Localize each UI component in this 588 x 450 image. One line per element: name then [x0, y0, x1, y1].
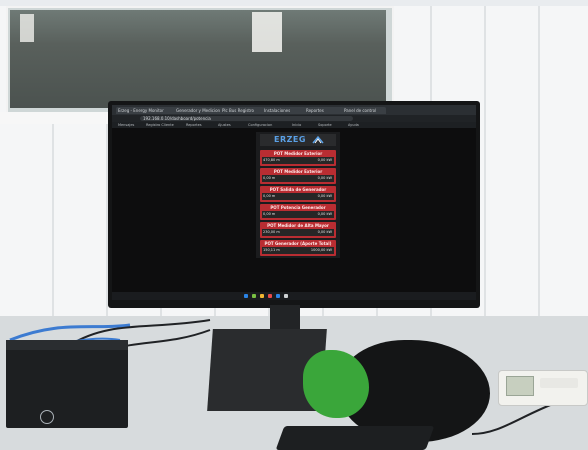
power-card-body: 150,11 m 1000,00 kW: [262, 247, 334, 254]
os-taskbar: [112, 292, 476, 300]
browser-address-bar[interactable]: 192.168.0.10/dashboard/potencia: [112, 115, 476, 122]
mini-pc: [6, 340, 128, 428]
power-card: POT Medidor Exterior 470,80 m 0,00 kW: [260, 150, 336, 166]
bookmark-item[interactable]: Configuracion: [248, 122, 272, 128]
bookmark-item[interactable]: Soporte: [318, 122, 332, 128]
power-card-right-value: 0,00 kW: [317, 158, 332, 162]
monitor-screen: Erzeg - Energy Monitor Generador y Medic…: [112, 105, 476, 300]
erzeg-logo: ERZEG: [260, 134, 336, 146]
keyboard: [275, 426, 435, 450]
browser-tab[interactable]: Plc Bus Registro: [220, 107, 264, 114]
window-light: [252, 12, 282, 52]
app-icon[interactable]: [276, 294, 280, 298]
power-card-left-value: 470,80 m: [263, 158, 280, 162]
power-card-body: 230,00 m 0,00 kW: [262, 229, 334, 236]
app-icon[interactable]: [260, 294, 264, 298]
browser-tab[interactable]: Instalaciones: [262, 107, 306, 114]
bookmark-item[interactable]: Mensajes: [118, 122, 134, 128]
power-card-body: 470,80 m 0,00 kW: [262, 157, 334, 164]
window-glass: [10, 10, 386, 108]
power-card-right-value: 0,00 kW: [317, 212, 332, 216]
power-card-title: POT Salida de Generador: [269, 187, 327, 192]
url-field[interactable]: 192.168.0.10/dashboard/potencia: [140, 116, 353, 121]
bookmarks-bar: Mensajes Registro Cliente Reportes Ajust…: [112, 122, 476, 128]
power-card-title: POT Generador (Aporte Total): [264, 241, 332, 246]
dell-logo-icon: [40, 410, 54, 424]
power-card: POT Potencia Generador 0,00 m 0,00 kW: [260, 204, 336, 220]
power-card-body: 0,00 m 0,00 kW: [262, 175, 334, 182]
bookmark-item[interactable]: Registro Cliente: [146, 122, 174, 128]
app-icon[interactable]: [268, 294, 272, 298]
window-light-secondary: [20, 14, 34, 42]
bookmark-item[interactable]: Reportes: [186, 122, 202, 128]
power-card-left-value: 150,11 m: [263, 248, 280, 252]
browser-tab[interactable]: Generador y Medicion: [174, 107, 222, 114]
power-card-right-value: 0,00 kW: [317, 194, 332, 198]
power-card-body: 0,00 m 0,00 kW: [262, 211, 334, 218]
power-card: POT Medidor Exterior 0,00 m 0,00 kW: [260, 168, 336, 184]
power-card-right-value: 0,00 kW: [317, 230, 332, 234]
browser-tab[interactable]: Panel de control: [342, 107, 386, 114]
power-card-title: POT Medidor Exterior: [273, 169, 323, 174]
erzeg-logo-text: ERZEG: [274, 135, 306, 144]
power-card-body: 0,00 m 0,00 kW: [262, 193, 334, 200]
power-card-left-value: 0,00 m: [263, 194, 276, 198]
erzeg-logo-icon: [312, 135, 324, 144]
power-card: POT Medidor de Alta Mayor 230,00 m 0,00 …: [260, 222, 336, 238]
bookmark-item[interactable]: Ajustes: [218, 122, 231, 128]
start-icon[interactable]: [244, 294, 248, 298]
mini-pc-top: [6, 340, 128, 350]
power-card-title: POT Medidor de Alta Mayor: [267, 223, 329, 228]
ac-remote-buttons: [540, 378, 578, 388]
power-card-right-value: 0,00 kW: [317, 176, 332, 180]
power-card-right-value: 1000,00 kW: [310, 248, 332, 252]
app-icon[interactable]: [252, 294, 256, 298]
power-card-left-value: 230,00 m: [263, 230, 280, 234]
power-card-left-value: 0,00 m: [263, 176, 276, 180]
power-card: POT Generador (Aporte Total) 150,11 m 10…: [260, 240, 336, 256]
bookmark-item[interactable]: Ayuda: [348, 122, 359, 128]
browser-tab[interactable]: Erzeg - Energy Monitor: [116, 107, 176, 114]
power-dashboard: ERZEG POT Medidor Exterior 470,80 m 0,00…: [256, 132, 340, 258]
power-card-left-value: 0,00 m: [263, 212, 276, 216]
browser-tab[interactable]: Reportes: [304, 107, 344, 114]
app-icon[interactable]: [284, 294, 288, 298]
power-card: POT Salida de Generador 0,00 m 0,00 kW: [260, 186, 336, 202]
ac-remote-screen: [506, 376, 534, 396]
browser-tabbar: Erzeg - Energy Monitor Generador y Medic…: [112, 105, 476, 115]
power-card-title: POT Medidor Exterior: [273, 151, 323, 156]
bookmark-item[interactable]: Inicio: [292, 122, 301, 128]
power-card-title: POT Potencia Generador: [270, 205, 326, 210]
